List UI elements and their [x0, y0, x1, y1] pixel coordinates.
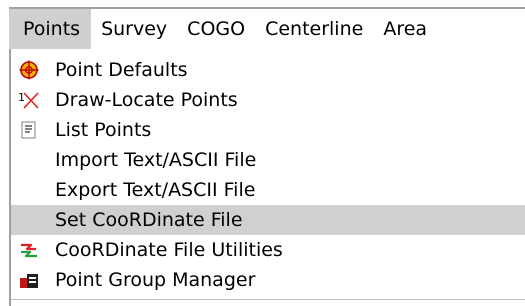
menu-survey[interactable]: Survey — [91, 9, 177, 49]
menu-item-import-text-ascii[interactable]: Import Text/ASCII File — [11, 145, 525, 175]
draw-locate-icon: 1 — [18, 90, 40, 110]
menu-item-list-points[interactable]: List Points — [11, 115, 525, 145]
menu-bar: Points Survey COGO Centerline Area — [9, 7, 525, 49]
menu-item-set-coordinate-file[interactable]: Set CooRDinate File — [11, 205, 525, 235]
menu-points[interactable]: Points — [9, 9, 92, 49]
menu-item-label: CooRDinate File Utilities — [55, 239, 283, 261]
menu-item-label: Set CooRDinate File — [55, 209, 243, 231]
points-dropdown-menu: Point Defaults 1 Draw-Locate Points List… — [9, 49, 525, 306]
application-window: Points Survey COGO Centerline Area Point… — [0, 0, 525, 306]
point-group-manager-icon — [18, 270, 40, 290]
point-defaults-icon — [18, 60, 40, 80]
menu-area[interactable]: Area — [373, 9, 437, 49]
menu-item-point-defaults[interactable]: Point Defaults — [11, 55, 525, 85]
menu-item-draw-locate-points[interactable]: 1 Draw-Locate Points — [11, 85, 525, 115]
menu-item-label: Import Text/ASCII File — [55, 149, 257, 171]
menu-item-label: Point Defaults — [55, 59, 188, 81]
menu-cogo[interactable]: COGO — [177, 9, 255, 49]
svg-text:1: 1 — [18, 91, 25, 104]
menu-item-point-group-manager[interactable]: Point Group Manager — [11, 265, 525, 295]
menu-item-coordinate-file-utilities[interactable]: CooRDinate File Utilities — [11, 235, 525, 265]
menu-item-export-text-ascii[interactable]: Export Text/ASCII File — [11, 175, 525, 205]
menu-item-label: Draw-Locate Points — [55, 89, 238, 111]
menu-centerline[interactable]: Centerline — [255, 9, 373, 49]
menu-item-label: Export Text/ASCII File — [55, 179, 256, 201]
menu-separator — [11, 299, 525, 300]
menu-item-label: List Points — [55, 119, 152, 141]
menu-item-label: Point Group Manager — [55, 269, 256, 291]
list-icon — [18, 120, 40, 140]
file-utilities-icon — [18, 240, 40, 260]
